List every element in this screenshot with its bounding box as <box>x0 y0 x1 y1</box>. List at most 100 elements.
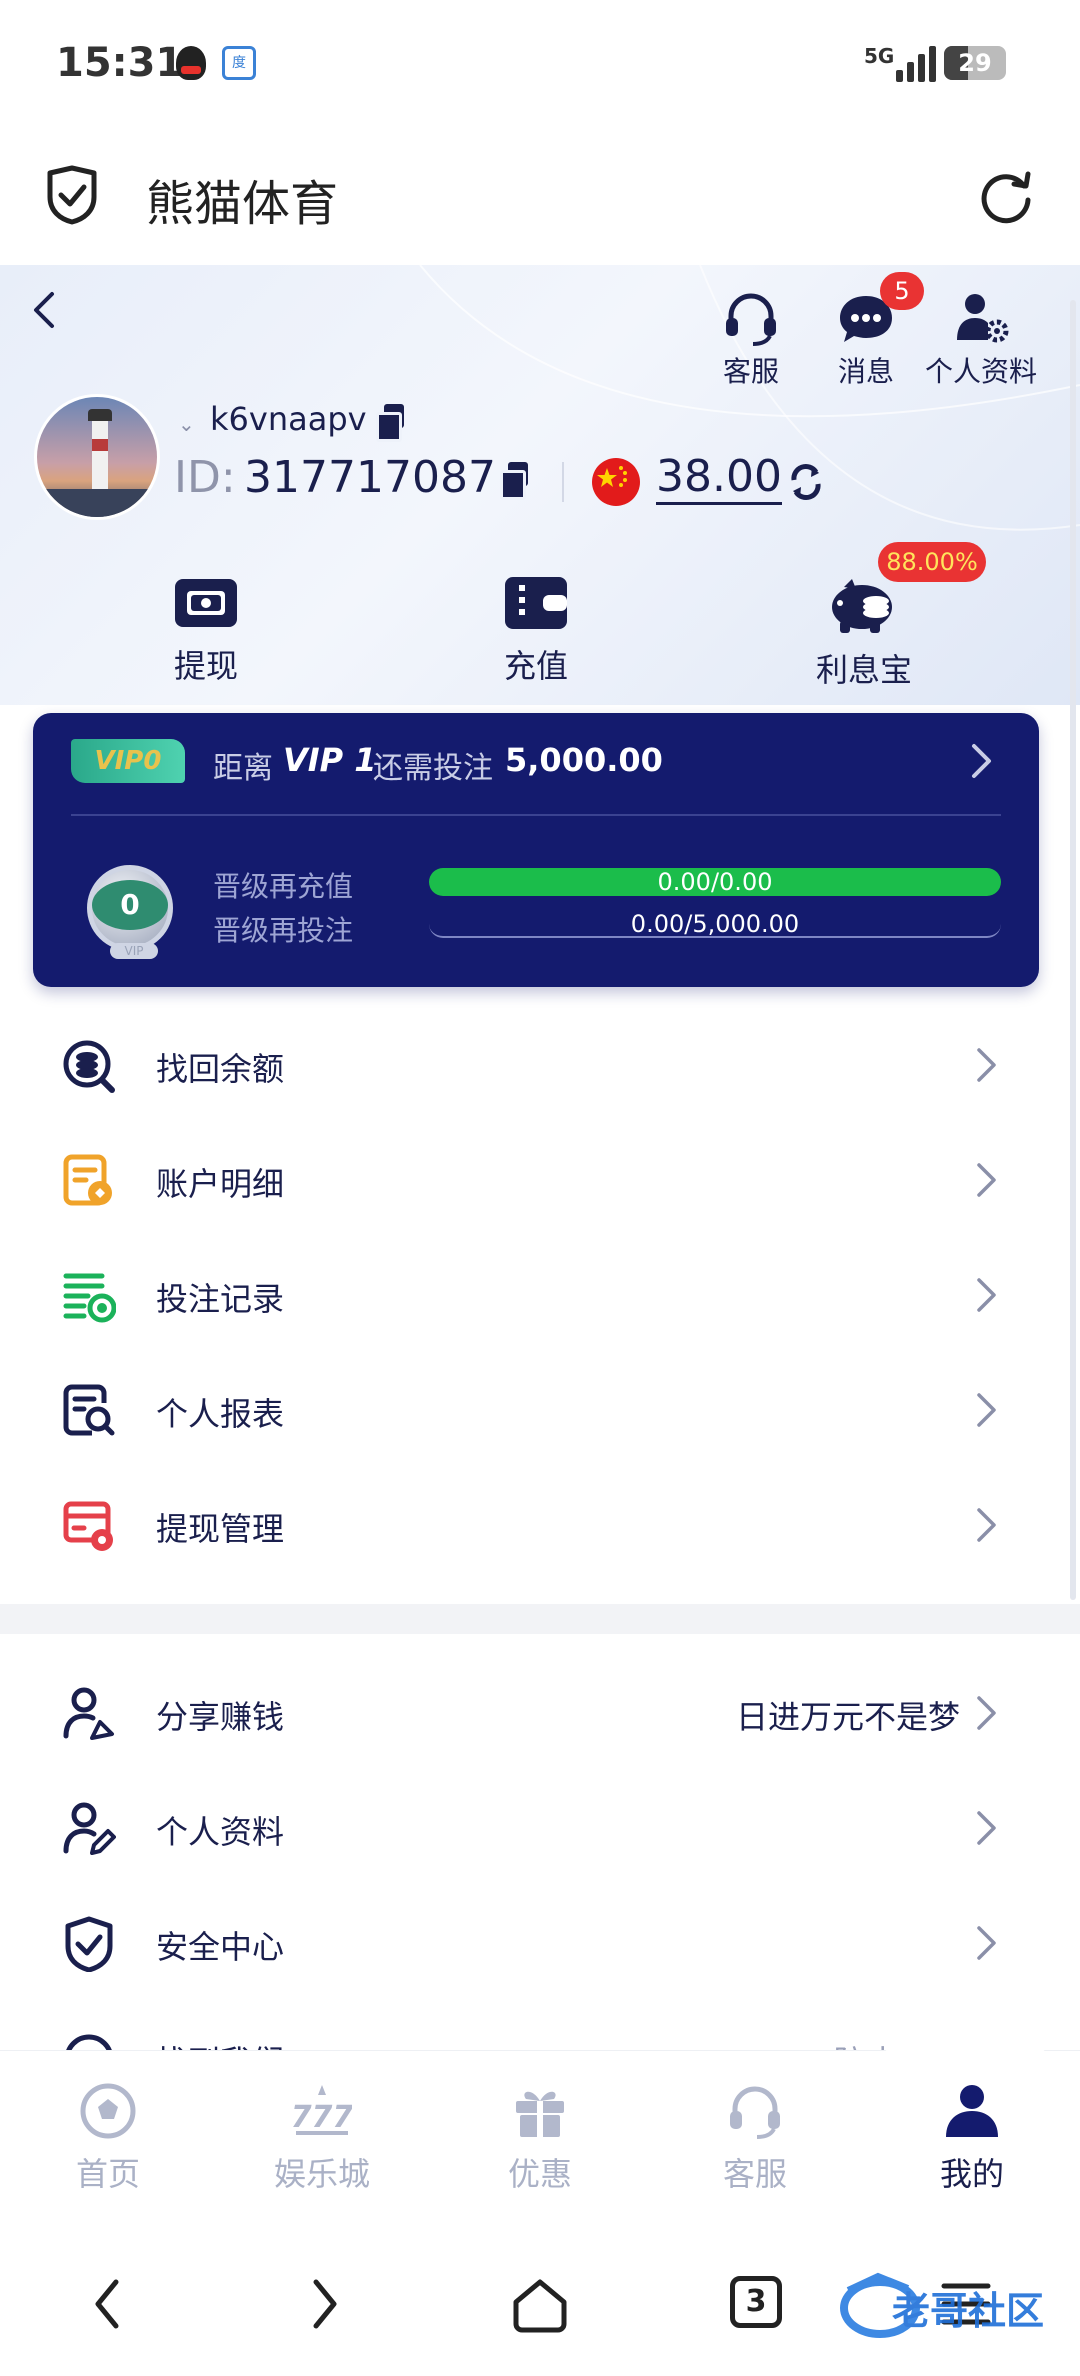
vip-bet-needed-label: 还需投注 <box>373 751 493 786</box>
home-icon[interactable] <box>510 2276 570 2336</box>
page-title: 熊猫体育 <box>146 176 339 232</box>
find-us-icon <box>66 2034 112 2050</box>
withdraw-label: 提现 <box>173 647 238 685</box>
interest-rate-badge: 88.00% <box>878 542 986 582</box>
chevron-down-icon[interactable]: ⌄ <box>178 412 195 436</box>
share-earn-icon <box>63 1687 114 1740</box>
user-icon <box>946 2085 998 2137</box>
tab-switcher-button[interactable]: 3 <box>730 2276 782 2328</box>
app-title-bar: 熊猫体育 <box>0 130 1080 265</box>
copy-id-icon[interactable] <box>500 462 528 500</box>
menu-security-center[interactable]: 安全中心 <box>0 1886 1080 2001</box>
tab-mine[interactable]: 我的 <box>897 2083 1047 2195</box>
tab-casino[interactable]: 777 娱乐城 <box>247 2083 397 2195</box>
recover-balance-icon <box>63 1040 115 1093</box>
menu-account-details-label: 账户明细 <box>156 1165 285 1203</box>
tab-home-label: 首页 <box>75 2155 140 2193</box>
reload-icon[interactable] <box>978 166 1034 226</box>
tab-promotions[interactable]: 优惠 <box>465 2083 615 2195</box>
scrollbar[interactable] <box>1070 300 1076 1600</box>
tab-customer-service[interactable]: 客服 <box>680 2083 830 2195</box>
interest-label: 利息宝 <box>815 651 912 689</box>
avatar[interactable] <box>34 394 160 520</box>
chevron-right-icon <box>977 1278 996 1312</box>
tab-home[interactable]: 首页 <box>33 2083 183 2195</box>
withdraw-manage-icon <box>63 1501 113 1551</box>
username: k6vnaapv <box>210 400 367 438</box>
deposit-action[interactable]: 充值 <box>456 575 616 687</box>
menu-withdraw-manage-label: 提现管理 <box>156 1510 285 1548</box>
menu-withdraw-manage[interactable]: 提现管理 <box>0 1468 1080 1583</box>
vip-card[interactable]: VIP0 距离 VIP 1 还需投注 5,000.00 0 VIP 晋级再充值 … <box>33 713 1039 987</box>
user-id-label: ID: <box>174 452 236 503</box>
withdraw-action[interactable]: 提现 <box>126 575 286 687</box>
back-arrow-icon[interactable] <box>26 290 62 330</box>
vip-deposit-label: 晋级再充值 <box>213 870 354 903</box>
vip-bet-label: 晋级再投注 <box>213 914 354 947</box>
headset-icon <box>726 293 776 346</box>
menu-find-us-label: 找到我们 <box>156 2037 284 2050</box>
menu-bet-records-label: 投注记录 <box>156 1280 285 1318</box>
section-separator <box>0 1604 1080 1634</box>
menu-share-earn[interactable]: 分享赚钱 日进万元不是梦 <box>0 1656 1080 1771</box>
vip-bet-progress-text: 0.00/5,000.00 <box>630 910 800 938</box>
soccer-ball-icon <box>80 2083 136 2139</box>
browser-back-icon[interactable] <box>90 2276 126 2332</box>
message-count-badge: 5 <box>880 272 924 310</box>
signal-icon <box>896 46 940 82</box>
header-profile[interactable]: 个人资料 <box>921 290 1041 390</box>
header-profile-label: 个人资料 <box>924 355 1037 388</box>
vip-medal-label: VIP <box>110 943 158 959</box>
shield-check-icon[interactable] <box>44 165 100 225</box>
cn-flag-icon <box>592 458 640 506</box>
header-customer-service[interactable]: 客服 <box>691 290 811 390</box>
svg-text:777: 777 <box>292 2100 352 2135</box>
chevron-right-icon <box>977 1163 996 1197</box>
chevron-right-icon <box>977 1048 996 1082</box>
copy-username-icon[interactable] <box>376 404 404 442</box>
vip-distance-prefix: 距离 <box>213 751 273 786</box>
menu-account-details[interactable]: 账户明细 <box>0 1123 1080 1238</box>
menu-recover-balance[interactable]: 找回余额 <box>0 1008 1080 1123</box>
bet-record-icon <box>63 1273 116 1323</box>
vip-medal-level: 0 <box>92 880 168 930</box>
account-details-icon <box>63 1154 112 1206</box>
tab-promotions-label: 优惠 <box>507 2155 572 2193</box>
menu-bet-records[interactable]: 投注记录 <box>0 1238 1080 1353</box>
chevron-right-icon <box>977 1926 996 1960</box>
tab-count: 3 <box>745 2284 767 2319</box>
tab-customer-service-label: 客服 <box>722 2155 787 2193</box>
browser-forward-icon[interactable] <box>306 2276 342 2332</box>
gift-icon <box>516 2091 564 2137</box>
menu-personal-report-label: 个人报表 <box>156 1395 285 1433</box>
baidu-notification-icon: 度 <box>222 46 256 80</box>
menu-security-center-label: 安全中心 <box>156 1928 285 1966</box>
slot-777-icon: 777 <box>292 2085 352 2135</box>
watermark-text: 老哥社区 <box>892 2289 1045 2333</box>
headset-icon <box>730 2086 780 2139</box>
vip-deposit-progress: 0.00/0.00 <box>429 868 1001 896</box>
user-id: 317717087 <box>244 452 496 503</box>
refresh-balance-icon[interactable] <box>786 462 826 502</box>
menu-share-earn-label: 分享赚钱 <box>156 1698 285 1736</box>
interest-action[interactable]: 利息宝 <box>784 575 944 691</box>
security-shield-icon <box>65 1916 113 1972</box>
menu-profile[interactable]: 个人资料 <box>0 1771 1080 1886</box>
watermark-logo: 老哥社区 <box>838 2270 1068 2342</box>
profile-edit-icon <box>63 1802 116 1855</box>
battery-icon: 29 <box>944 46 1006 80</box>
vip-bet-needed-amount: 5,000.00 <box>505 741 663 779</box>
menu-personal-report[interactable]: 个人报表 <box>0 1353 1080 1468</box>
network-type: 5G <box>864 44 895 68</box>
chevron-right-icon <box>977 1508 996 1542</box>
menu-share-earn-tagline: 日进万元不是梦 <box>735 1698 960 1736</box>
header-messages-label: 消息 <box>837 355 894 388</box>
vip-medal-icon: 0 <box>87 865 173 951</box>
withdraw-icon <box>175 579 237 627</box>
vip-chevron-right-icon[interactable] <box>969 741 995 781</box>
balance-amount: 38.00 <box>656 452 782 505</box>
status-bar: 15:31 度 5G 29 <box>0 0 1080 130</box>
battery-level: 29 <box>958 49 992 77</box>
vip-next-level: VIP 1 <box>283 741 377 779</box>
deposit-label: 充值 <box>503 647 568 685</box>
